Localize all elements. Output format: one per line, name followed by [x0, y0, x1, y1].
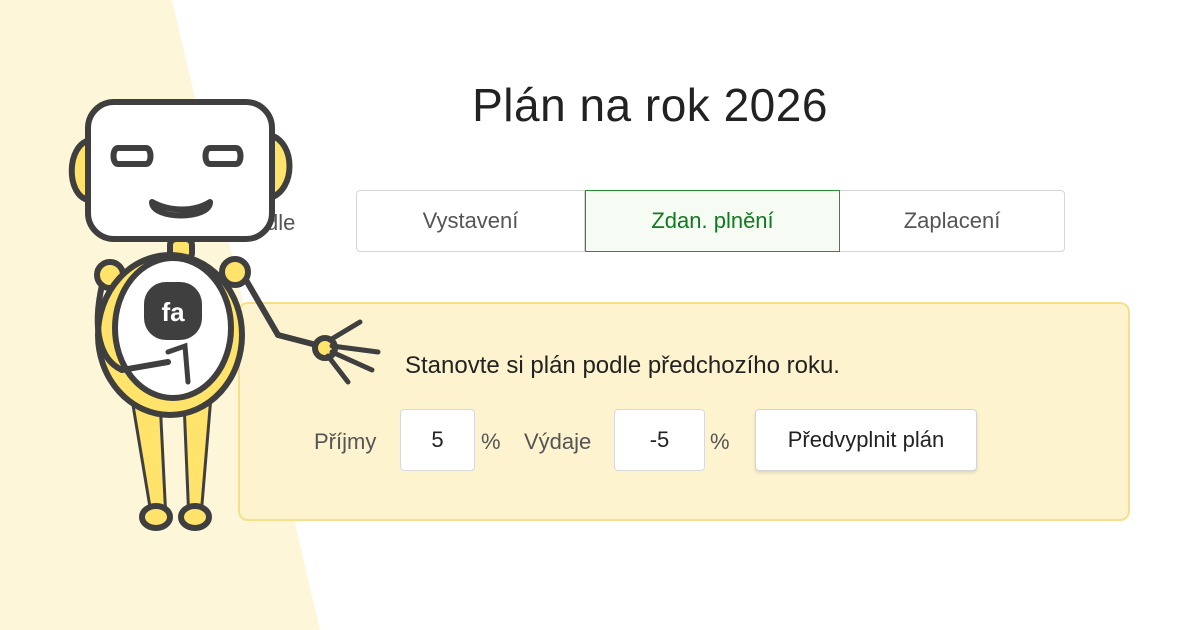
prefill-plan-button[interactable]: Předvyplnit plán — [755, 409, 977, 471]
tab-zaplaceni[interactable]: Zaplacení — [840, 191, 1064, 251]
income-percent-unit: % — [481, 429, 501, 454]
robot-mascot-icon: fa — [68, 99, 381, 531]
income-percent-input[interactable] — [400, 409, 475, 471]
expenses-percent-unit: % — [710, 429, 730, 454]
chest-logo-text: fa — [161, 297, 185, 327]
tab-zdan-plneni[interactable]: Zdan. plnění — [585, 190, 840, 252]
expenses-percent-input[interactable] — [614, 409, 705, 471]
expenses-label: Výdaje — [524, 429, 592, 454]
panel-message: Stanovte si plán podle předchozího roku. — [405, 352, 840, 379]
date-mode-selector: Vystavení Zdan. plnění Zaplacení — [356, 190, 1065, 252]
